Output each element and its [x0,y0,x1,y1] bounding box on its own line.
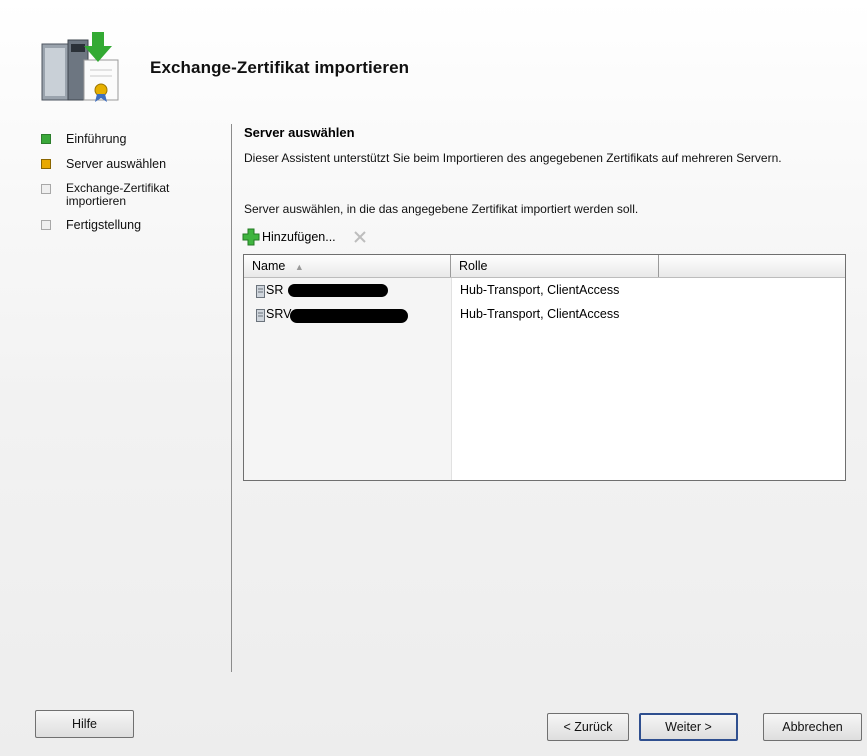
server-icon [256,285,265,298]
step-label: Einführung [66,132,127,146]
server-list[interactable]: Name ▲ Rolle SR Hub-Transport, ClientAcc… [243,254,846,481]
step-fertigstellung: Fertigstellung [38,218,208,233]
list-header: Name ▲ Rolle [244,255,845,278]
remove-server-icon[interactable] [352,229,368,245]
step-label: Server auswählen [66,157,167,171]
vertical-divider [231,124,232,672]
table-row[interactable]: SRV Hub-Transport, ClientAccess [244,306,845,324]
column-label: Rolle [459,259,488,273]
step-pending-icon [41,184,51,194]
sort-ascending-icon: ▲ [294,262,304,272]
list-toolbar: Hinzufügen... [242,226,368,248]
column-header-rolle[interactable]: Rolle [451,255,659,277]
page-description: Dieser Assistent unterstützt Sie beim Im… [244,151,782,165]
step-current-icon [41,159,51,169]
step-complete-icon [41,134,51,144]
step-label: Fertigstellung [66,218,142,232]
server-name: SRV [266,307,292,321]
column-label: Name [252,259,286,273]
page-heading: Server auswählen [244,125,355,140]
redaction-mark [290,309,408,323]
server-role: Hub-Transport, ClientAccess [460,283,620,297]
step-pending-icon [41,220,51,230]
step-label: Exchange-Zertifikat importieren [66,181,170,208]
green-plus-icon [242,228,260,246]
help-button[interactable]: Hilfe [35,710,134,738]
column-header-name[interactable]: Name ▲ [244,255,451,277]
step-einfuehrung: Einführung [38,132,208,147]
wizard-steps: Einführung Server auswählen Exchange-Zer… [38,132,208,243]
step-zertifikat-importieren: Exchange-Zertifikat importieren [38,182,206,208]
add-server-button[interactable]: Hinzufügen... [242,228,336,246]
add-server-label: Hinzufügen... [262,230,336,244]
page-instruction: Server auswählen, in die das angegebene … [244,202,639,216]
redaction-mark [288,284,388,297]
server-role: Hub-Transport, ClientAccess [460,307,620,321]
wizard-window: Exchange-Zertifikat importieren Einführu… [0,0,867,756]
import-certificate-icon [41,32,119,102]
step-server-auswaehlen: Server auswählen [38,157,208,172]
server-icon [256,309,265,322]
table-row[interactable]: SR Hub-Transport, ClientAccess [244,282,845,300]
server-name: SR [266,283,284,297]
next-button[interactable]: Weiter > [639,713,738,741]
wizard-title: Exchange-Zertifikat importieren [150,58,410,77]
cancel-button[interactable]: Abbrechen [763,713,862,741]
back-button[interactable]: < Zurück [547,713,629,741]
